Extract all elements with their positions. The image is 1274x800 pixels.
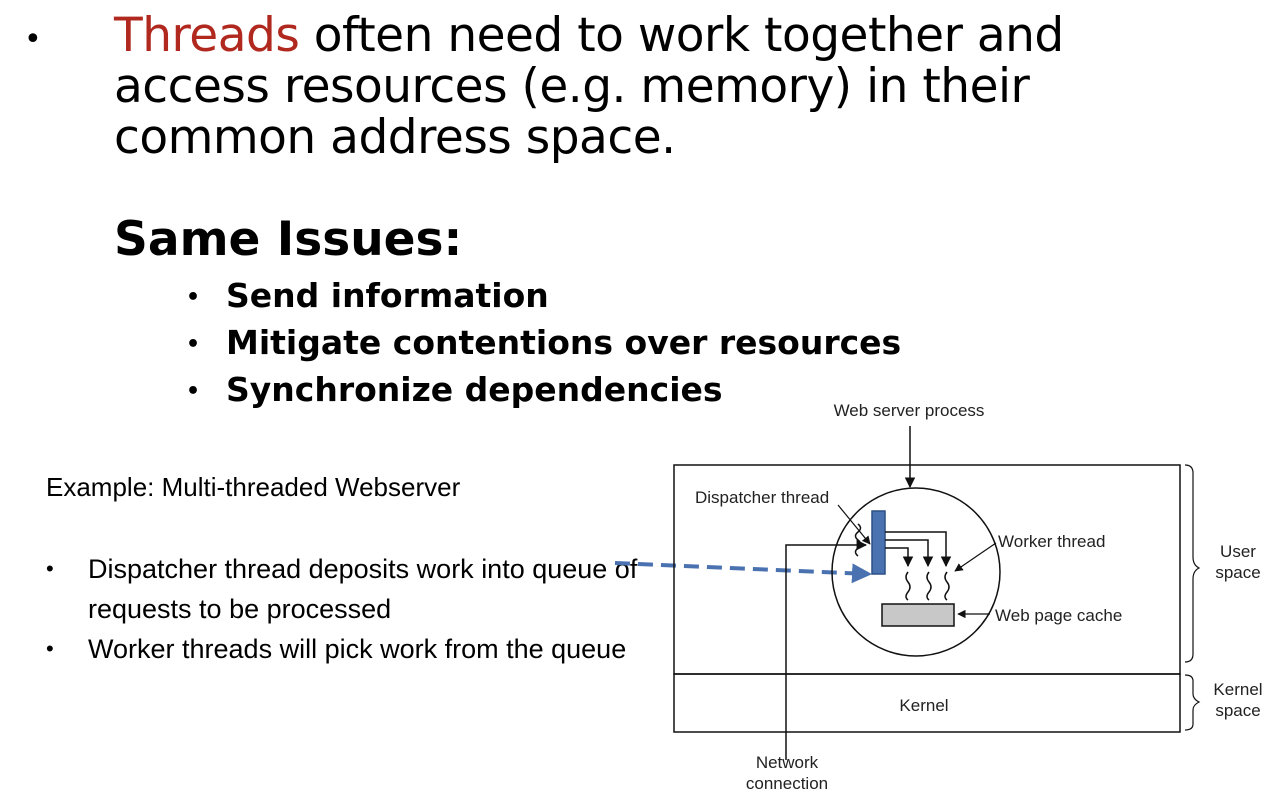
issue-item: • Mitigate contentions over resources xyxy=(186,320,901,367)
worker-wave xyxy=(905,571,911,601)
bullet-dot: • xyxy=(46,636,54,661)
network-connection-label: connection xyxy=(746,774,828,793)
example-item: • Worker threads will pick work from the … xyxy=(46,629,646,669)
main-bullet-dot: • xyxy=(24,22,42,57)
issue-item: • Send information xyxy=(186,273,901,320)
network-connection-line xyxy=(785,539,868,760)
network-connection-label: Network xyxy=(756,753,819,772)
issue-text: Mitigate contentions over resources xyxy=(226,323,902,362)
web-server-process-label: Web server process xyxy=(834,401,985,420)
example-item: • Dispatcher thread deposits work into qu… xyxy=(46,549,646,629)
example-title: Example: Multi-threaded Webserver xyxy=(46,472,461,502)
user-space-brace xyxy=(1184,464,1201,663)
bullet-dot: • xyxy=(186,332,201,357)
issue-text: Send information xyxy=(226,276,549,315)
dispatcher-pointer xyxy=(837,504,871,545)
worker-thread-path xyxy=(885,539,934,568)
bullet-dot: • xyxy=(186,379,201,404)
queue-arrow xyxy=(614,561,872,584)
example-text: Dispatcher thread deposits work into que… xyxy=(88,554,638,624)
web-page-cache-label: Web page cache xyxy=(995,606,1122,625)
worker-wave xyxy=(926,571,932,601)
threads-keyword: Threads xyxy=(114,8,300,63)
example-text: Worker threads will pick work from the q… xyxy=(88,634,627,664)
kernel-label: Kernel xyxy=(899,696,948,715)
bullet-dot: • xyxy=(46,556,54,581)
issues-list: • Send information • Mitigate contentions … xyxy=(186,273,901,414)
dispatcher-thread-label: Dispatcher thread xyxy=(695,488,829,507)
user-space-label: User xyxy=(1220,542,1256,561)
worker-wave xyxy=(944,571,950,601)
web-page-cache xyxy=(881,603,955,627)
issues-heading: Same Issues: xyxy=(114,212,463,267)
kernel-space-brace xyxy=(1184,674,1201,731)
kernel-space-label: space xyxy=(1215,701,1260,720)
webserver-diagram: Web server process Dispatcher thread Wor… xyxy=(614,401,1263,793)
user-space-label: space xyxy=(1215,563,1260,582)
dispatcher-thread xyxy=(871,510,886,575)
bullet-dot: • xyxy=(186,285,201,310)
worker-thread-path xyxy=(885,531,952,568)
worker-thread-label: Worker thread xyxy=(998,532,1105,551)
worker-pointer xyxy=(954,542,997,572)
kernel-space-label: Kernel xyxy=(1213,680,1262,699)
worker-thread-path xyxy=(885,547,914,568)
main-statement: Threads often need to work together and … xyxy=(114,10,1214,163)
example-list: • Dispatcher thread deposits work into qu… xyxy=(46,549,646,669)
